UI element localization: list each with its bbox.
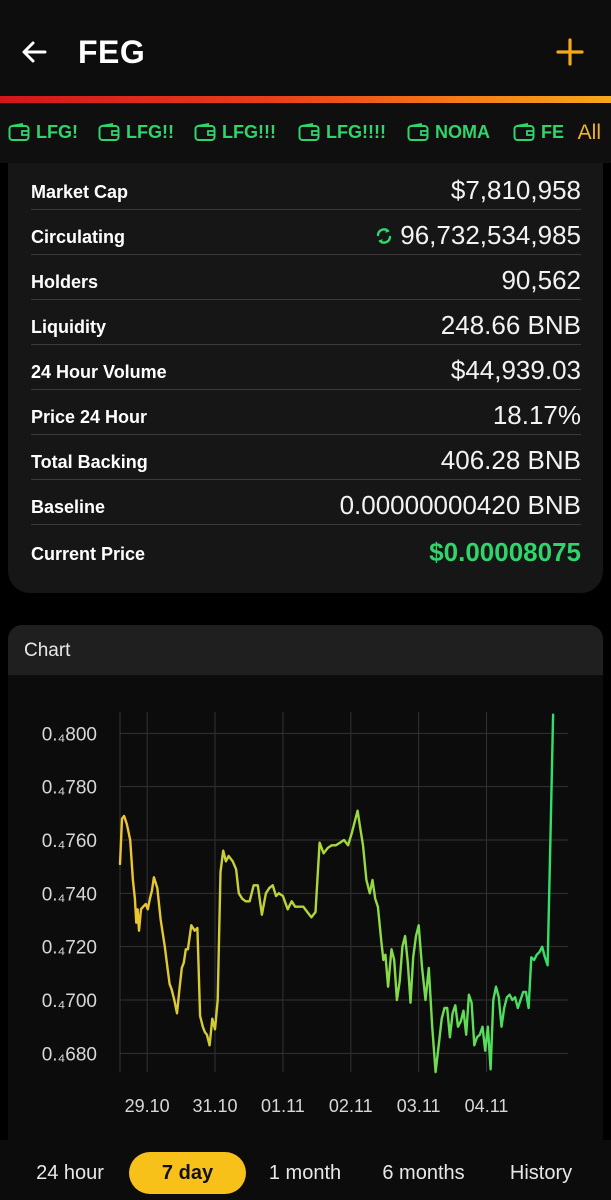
- tab-noma[interactable]: NOMA: [407, 122, 490, 143]
- stat-value: 0.00000000420 BNB: [339, 490, 581, 520]
- stat-label: Market Cap: [31, 182, 129, 202]
- x-tick-label: 31.10: [193, 1096, 238, 1116]
- y-tick-label: 0.₄720: [42, 938, 97, 959]
- y-tick-label: 0.₄780: [42, 778, 97, 799]
- range-24-hour[interactable]: 24 hour: [20, 1152, 120, 1194]
- tab-label: FE: [541, 122, 565, 142]
- stat-current-price: Current Price $0.00008075: [31, 526, 581, 571]
- current-price-value: $0.00008075: [429, 537, 581, 567]
- stat-value: 18.17%: [492, 400, 581, 430]
- stat-value: 96,732,534,985: [400, 220, 581, 250]
- stat-value: $7,810,958: [450, 175, 581, 205]
- stat-label: Current Price: [31, 544, 146, 564]
- wallet-icon: [194, 122, 216, 141]
- stat-circulating: Circulating 96,732,534,985: [31, 210, 581, 255]
- y-tick-label: 0.₄740: [42, 884, 97, 905]
- page-title: FEG: [78, 34, 146, 70]
- y-tick-label: 0.₄800: [42, 724, 97, 745]
- y-tick-label: 0.₄700: [42, 991, 97, 1012]
- x-tick-label: 02.11: [329, 1096, 373, 1116]
- tab-lfg-1[interactable]: LFG!: [8, 122, 78, 143]
- chart-card: Chart 0.₄800 0.₄780 0.₄760 0.₄740 0.₄720 0.₄7…: [8, 625, 603, 1200]
- tab-label: NOMA: [435, 122, 490, 142]
- tab-label: LFG!!: [126, 122, 174, 142]
- x-tick-label: 29.10: [125, 1096, 170, 1116]
- y-tick-label: 0.₄760: [42, 831, 97, 852]
- stat-value-wrap: 96,732,534,985: [374, 220, 581, 251]
- stat-label: Total Backing: [31, 452, 148, 472]
- stat-value: 406.28 BNB: [440, 445, 581, 475]
- tab-label: LFG!!!: [222, 122, 276, 142]
- stat-label: 24 Hour Volume: [31, 362, 167, 382]
- tab-label: LFG!!!!: [326, 122, 386, 142]
- stat-value: $44,939.03: [450, 355, 581, 385]
- tab-lfg-4[interactable]: LFG!!!!: [298, 122, 386, 143]
- token-stats-card: Market Cap $7,810,958 Circulating 96,732…: [8, 163, 603, 593]
- x-tick-label: 03.11: [397, 1096, 441, 1116]
- stat-market-cap: Market Cap $7,810,958: [31, 165, 581, 210]
- stat-label: Holders: [31, 272, 99, 292]
- x-tick-label: 04.11: [465, 1096, 509, 1116]
- stat-total-backing: Total Backing 406.28 BNB: [31, 435, 581, 480]
- stat-label: Liquidity: [31, 317, 106, 337]
- range-1-month[interactable]: 1 month: [255, 1152, 355, 1194]
- stat-24h-volume: 24 Hour Volume $44,939.03: [31, 345, 581, 390]
- all-tokens-link[interactable]: All: [573, 121, 601, 145]
- wallet-icon: [513, 122, 535, 141]
- wallet-icon: [8, 122, 30, 141]
- tab-fe[interactable]: FE: [513, 122, 564, 143]
- stat-baseline: Baseline 0.00000000420 BNB: [31, 480, 581, 525]
- range-history[interactable]: History: [495, 1152, 587, 1194]
- y-tick-label: 0.₄680: [42, 1044, 97, 1065]
- wallet-icon: [98, 122, 120, 141]
- stat-label: Circulating: [31, 227, 126, 247]
- stat-label: Price 24 Hour: [31, 407, 148, 427]
- stat-value: 90,562: [501, 265, 581, 295]
- arrow-left-icon[interactable]: [18, 36, 50, 68]
- tab-lfg-2[interactable]: LFG!!: [98, 122, 174, 143]
- token-tabs: LFG! LFG!! LFG!!! LFG!!!! NOMA FE All: [0, 103, 611, 163]
- app-header: FEG: [0, 0, 611, 96]
- price-line-chart[interactable]: 0.₄800 0.₄780 0.₄760 0.₄740 0.₄720 0.₄700 0.₄6…: [8, 625, 603, 1140]
- stat-label: Baseline: [31, 497, 106, 517]
- tab-label: LFG!: [36, 122, 78, 142]
- x-tick-label: 01.11: [261, 1096, 305, 1116]
- stat-holders: Holders 90,562: [31, 255, 581, 300]
- stat-price-24h: Price 24 Hour 18.17%: [31, 390, 581, 435]
- range-7-day[interactable]: 7 day: [129, 1152, 246, 1194]
- refresh-icon[interactable]: [374, 226, 394, 246]
- stat-value: 248.66 BNB: [440, 310, 581, 340]
- stat-liquidity: Liquidity 248.66 BNB: [31, 300, 581, 345]
- time-range-tabs: 24 hour 7 day 1 month 6 months History: [0, 1140, 611, 1200]
- wallet-icon: [298, 122, 320, 141]
- tab-lfg-3[interactable]: LFG!!!: [194, 122, 276, 143]
- wallet-icon: [407, 122, 429, 141]
- plus-icon[interactable]: [554, 36, 586, 68]
- range-6-months[interactable]: 6 months: [365, 1152, 482, 1194]
- header-gradient-bar: [0, 96, 611, 103]
